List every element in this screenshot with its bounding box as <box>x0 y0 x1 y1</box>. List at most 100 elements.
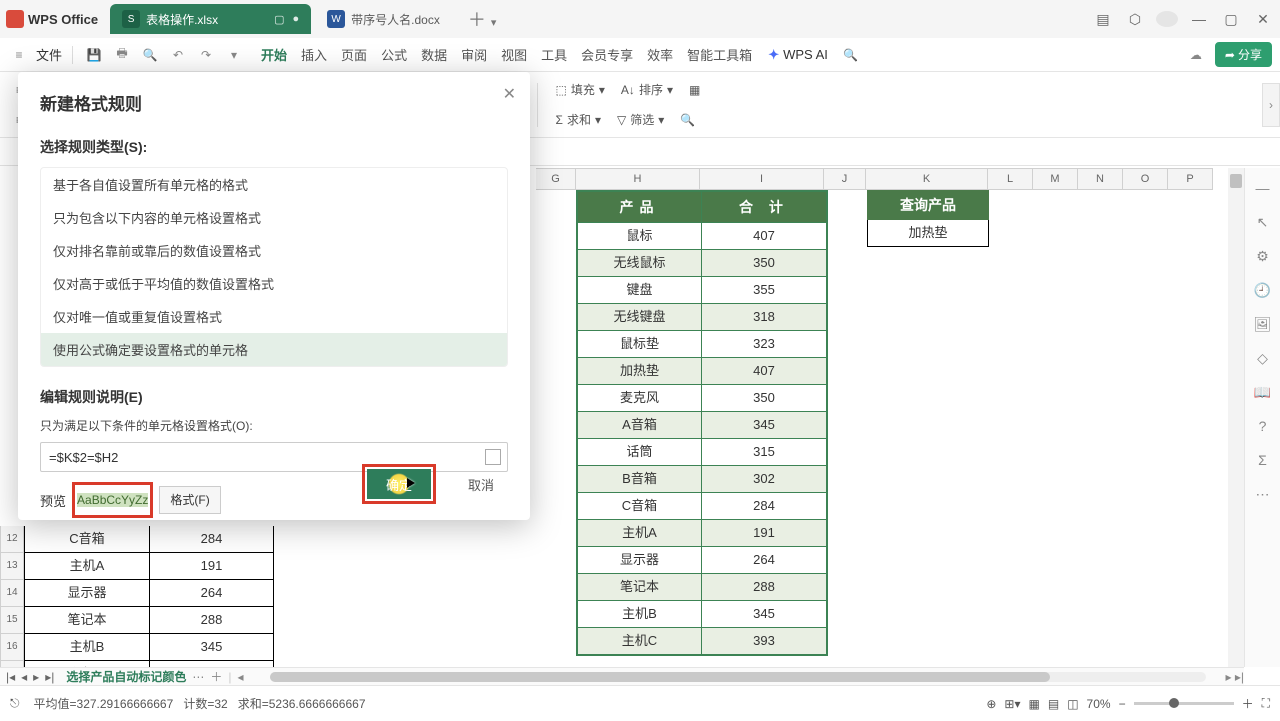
cell-product[interactable]: 鼠标垫 <box>578 330 702 357</box>
fill-button[interactable]: ⬚ 填充 ▾ <box>550 77 611 103</box>
redo-icon[interactable]: ↷ <box>195 44 217 66</box>
cell-product[interactable]: 无线键盘 <box>578 303 702 330</box>
cell[interactable]: 345 <box>149 634 274 661</box>
cell-total[interactable]: 407 <box>702 357 826 384</box>
rule-option[interactable]: 仅对高于或低于平均值的数值设置格式 <box>41 267 507 300</box>
cell-product[interactable]: A音箱 <box>578 411 702 438</box>
cell-product[interactable]: 键盘 <box>578 276 702 303</box>
table-row[interactable]: 话筒315 <box>578 438 826 465</box>
view-normal-icon[interactable]: ▦ <box>1029 697 1040 711</box>
cell[interactable]: 288 <box>149 607 274 634</box>
table-row[interactable]: 显示器264 <box>24 580 274 607</box>
cell-product[interactable]: B音箱 <box>578 465 702 492</box>
col-header[interactable]: K <box>866 168 988 190</box>
tab-document[interactable]: W 带序号人名.docx <box>315 4 452 34</box>
zoom-slider[interactable] <box>1134 702 1234 705</box>
sheet-last-icon[interactable]: ▸| <box>45 670 54 684</box>
shape-icon[interactable]: ◇ <box>1253 348 1273 368</box>
zoom-in-icon[interactable]: ＋ <box>1242 695 1254 712</box>
cell[interactable]: 主机A <box>24 553 149 580</box>
undo-icon[interactable]: ↶ <box>167 44 189 66</box>
menu-smart[interactable]: 智能工具箱 <box>687 45 752 64</box>
help-icon[interactable]: ? <box>1253 416 1273 436</box>
cell[interactable]: C音箱 <box>24 526 149 553</box>
view-break-icon[interactable]: ◫ <box>1067 697 1078 711</box>
select-icon[interactable]: ↖ <box>1253 212 1273 232</box>
cell-total[interactable]: 264 <box>702 546 826 573</box>
row-header[interactable]: 13 <box>0 553 24 580</box>
rule-option[interactable]: 仅对排名靠前或靠后的数值设置格式 <box>41 234 507 267</box>
zoom-value[interactable]: 70% <box>1087 697 1111 711</box>
share-button[interactable]: ➦ 分享 <box>1215 42 1272 67</box>
sheet-tab[interactable]: 选择产品自动标记颜色 <box>60 668 192 685</box>
cell-product[interactable]: 主机A <box>578 519 702 546</box>
record-icon[interactable]: ⎋ <box>10 696 20 711</box>
cell-product[interactable]: 话筒 <box>578 438 702 465</box>
fx-panel-icon[interactable]: Σ <box>1253 450 1273 470</box>
avatar-icon[interactable] <box>1156 11 1178 27</box>
table-row[interactable]: 主机B345 <box>578 600 826 627</box>
table-row[interactable]: 鼠标407 <box>578 222 826 249</box>
tab-unsaved-icon[interactable]: ● <box>293 13 300 26</box>
ribbon-expand-icon[interactable]: › <box>1262 83 1280 127</box>
wps-ai-button[interactable]: ✦ WPS AI <box>768 47 828 63</box>
horizontal-scrollbar[interactable] <box>270 672 1206 682</box>
table-row[interactable]: 显示器264 <box>578 546 826 573</box>
save-icon[interactable]: 💾 <box>83 44 105 66</box>
new-tab-button[interactable]: ＋ ▾ <box>460 6 505 32</box>
history-icon[interactable]: 🕘 <box>1253 280 1273 300</box>
zoom-out-icon[interactable]: − <box>1119 697 1126 711</box>
tab-spreadsheet[interactable]: S 表格操作.xlsx ▢ ● <box>110 4 311 34</box>
col-header[interactable]: O <box>1123 168 1168 190</box>
menu-member[interactable]: 会员专享 <box>581 45 633 64</box>
sheet-list-icon[interactable]: ◂ <box>232 670 250 684</box>
ok-button[interactable]: 确定 <box>367 469 431 499</box>
table-row[interactable]: 加热垫407 <box>578 357 826 384</box>
sheet-prev-icon[interactable]: ◂ <box>21 670 27 684</box>
sheet-menu-icon[interactable]: ⋯ <box>192 670 204 684</box>
rule-option-selected[interactable]: 使用公式确定要设置格式的单元格 <box>41 333 507 366</box>
cell-total[interactable]: 302 <box>702 465 826 492</box>
menu-insert[interactable]: 插入 <box>301 45 327 64</box>
menu-tools[interactable]: 工具 <box>541 45 567 64</box>
col-header[interactable]: P <box>1168 168 1213 190</box>
settings-icon[interactable]: ⚙ <box>1253 246 1273 266</box>
menu-efficiency[interactable]: 效率 <box>647 45 673 64</box>
cell-product[interactable]: 笔记本 <box>578 573 702 600</box>
cell-product[interactable]: 主机B <box>578 600 702 627</box>
cell-total[interactable]: 350 <box>702 384 826 411</box>
row-header[interactable]: 15 <box>0 607 24 634</box>
col-header[interactable]: J <box>824 168 866 190</box>
sheet-first-icon[interactable]: |◂ <box>6 670 15 684</box>
table-row[interactable]: 笔记本288 <box>578 573 826 600</box>
vertical-scrollbar[interactable] <box>1228 168 1244 667</box>
sheet-next-icon[interactable]: ▸ <box>33 670 39 684</box>
table-row[interactable]: 键盘355 <box>578 276 826 303</box>
cancel-button[interactable]: 取消 <box>454 469 508 499</box>
menu-view[interactable]: 视图 <box>501 45 527 64</box>
find-icon[interactable]: 🔍 <box>674 107 701 133</box>
maximize-icon[interactable]: ▢ <box>1220 11 1242 28</box>
dialog-close-icon[interactable]: ✕ <box>503 84 516 104</box>
table-row[interactable]: B音箱302 <box>578 465 826 492</box>
search-icon[interactable]: 🔍 <box>840 44 862 66</box>
cell[interactable]: 笔记本 <box>24 607 149 634</box>
filter-button[interactable]: ▽ 筛选 ▾ <box>611 107 670 133</box>
table-row[interactable]: 主机B345 <box>24 634 274 661</box>
more-icon[interactable]: ⋯ <box>1253 484 1273 504</box>
cell-total[interactable]: 345 <box>702 411 826 438</box>
target-icon[interactable]: ⊕ <box>986 697 996 711</box>
lookup-value[interactable]: 加热垫 <box>867 220 989 247</box>
table-row[interactable]: 麦克风350 <box>578 384 826 411</box>
col-header[interactable]: M <box>1033 168 1078 190</box>
cell-total[interactable]: 284 <box>702 492 826 519</box>
cell-total[interactable]: 318 <box>702 303 826 330</box>
cell-total[interactable]: 191 <box>702 519 826 546</box>
range-picker-icon[interactable] <box>485 449 501 465</box>
package-icon[interactable]: ⬡ <box>1124 11 1146 28</box>
menu-review[interactable]: 审阅 <box>461 45 487 64</box>
col-header[interactable]: I <box>700 168 824 190</box>
close-icon[interactable]: ✕ <box>1252 11 1274 28</box>
cell-product[interactable]: C音箱 <box>578 492 702 519</box>
file-menu[interactable]: 文件 <box>36 45 62 64</box>
